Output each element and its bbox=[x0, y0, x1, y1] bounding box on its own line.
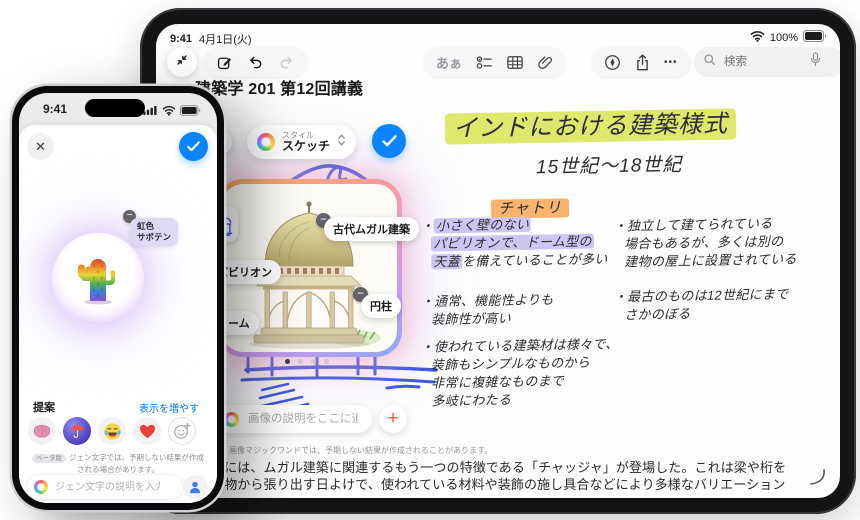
search-field-wrap bbox=[694, 47, 840, 77]
wand-disclaimer-text: 画像マジックワンドでは、予期しない結果が作成されることがあります。 bbox=[229, 445, 492, 456]
bullet-2: ・通常、機能性よりも 装飾性が高い bbox=[421, 291, 554, 329]
battery-icon bbox=[180, 103, 201, 121]
wand-accept-button[interactable] bbox=[372, 124, 406, 158]
ipad-status-right: 100% bbox=[750, 30, 827, 45]
bullet-4: ・独立して建てられている 場合もあるが、多くは別の 建物の屋上に設置されている bbox=[614, 214, 797, 271]
dynamic-island bbox=[85, 99, 145, 117]
genmoji-tag[interactable]: 虹色サボテン bbox=[130, 218, 178, 246]
suggestion-heart[interactable] bbox=[133, 417, 161, 445]
suggestions-label: 提案 bbox=[33, 399, 55, 415]
beta-disclaimer: ベータ版ジェン文字では、予期しない結果が作成 される場合があります。 bbox=[19, 452, 217, 475]
ipad-screen: 9:41 4月1日(火) 100% あぁ ••• bbox=[156, 24, 840, 498]
ipad-battery-pct: 100% bbox=[770, 32, 798, 44]
show-more-link[interactable]: 表示を増やす bbox=[139, 400, 199, 415]
note-body-line2: に建物から張り出す日よけで、使われている材料や装飾の施し具合などにより多様なバリ… bbox=[198, 474, 785, 493]
search-input[interactable] bbox=[722, 55, 804, 69]
style-picker-value: スケッチ bbox=[282, 140, 330, 153]
genmoji-description-input[interactable] bbox=[53, 481, 162, 494]
umbrella-icon bbox=[69, 423, 86, 440]
genmoji-sheet: ✕ bbox=[19, 125, 217, 503]
mic-icon[interactable] bbox=[810, 52, 821, 72]
brain-icon bbox=[33, 424, 51, 439]
handwriting-subtitle: 15世紀〜18世紀 bbox=[536, 150, 683, 180]
add-emoji-button[interactable] bbox=[168, 417, 196, 445]
edit-toolgroup bbox=[204, 47, 307, 77]
bullet-1: ・小さく壁のない パビリオンで、ドーム型の 天蓋を備えていることが多い bbox=[421, 214, 608, 271]
tag-mughal[interactable]: 古代ムガル建築 bbox=[324, 217, 419, 241]
image-playground-icon bbox=[34, 480, 48, 494]
checklist-icon[interactable] bbox=[476, 55, 493, 70]
paperclip-icon[interactable] bbox=[537, 54, 553, 70]
battery-icon bbox=[803, 30, 827, 45]
suggestion-umbrella-selected[interactable] bbox=[63, 417, 91, 445]
genmoji-close-button[interactable]: ✕ bbox=[27, 133, 54, 160]
person-icon bbox=[189, 481, 201, 494]
add-caption-button[interactable]: + bbox=[379, 405, 407, 433]
redo-button[interactable] bbox=[278, 54, 295, 71]
undo-button[interactable] bbox=[247, 54, 264, 71]
minimize-button[interactable] bbox=[167, 47, 197, 77]
wifi-icon bbox=[162, 103, 176, 121]
pen-stroke-mark bbox=[806, 466, 828, 488]
search-icon bbox=[703, 53, 716, 71]
beta-badge: ベータ版 bbox=[32, 454, 66, 463]
image-page-dots[interactable] bbox=[285, 359, 329, 364]
bullet-3: ・使われている建築材は様々で、 装飾もシンプルなものから 非常に複雑なものまで … bbox=[420, 335, 619, 410]
person-button[interactable] bbox=[183, 475, 207, 499]
format-toolgroup: あぁ bbox=[424, 47, 565, 77]
iphone-device: 9:41 ✕ bbox=[12, 86, 224, 510]
check-icon bbox=[382, 135, 397, 147]
bullet-5: ・最古のものは12世紀にまで さかのぼる bbox=[614, 285, 789, 324]
tag-column[interactable]: 円柱 bbox=[361, 294, 401, 318]
note-title: 建築学 201 第12回講義 bbox=[195, 75, 363, 99]
apple-intelligence-icon bbox=[224, 412, 239, 427]
iphone-screen: 9:41 ✕ bbox=[19, 93, 217, 503]
style-picker[interactable]: スタイル スケッチ bbox=[247, 125, 356, 159]
ipad-statusbar: 9:41 4月1日(火) bbox=[170, 31, 252, 47]
iphone-status-time: 9:41 bbox=[43, 102, 67, 116]
more-button[interactable]: ••• bbox=[664, 57, 678, 68]
genmoji-bubble bbox=[52, 233, 144, 325]
chevron-updown-icon bbox=[337, 133, 346, 152]
ipad-status-date: 4月1日(火) bbox=[199, 31, 252, 47]
share-icon[interactable] bbox=[635, 54, 650, 71]
signal-icon bbox=[143, 103, 158, 121]
suggestion-laughing-emoji[interactable] bbox=[98, 417, 126, 445]
table-icon[interactable] bbox=[507, 55, 523, 70]
compose-button[interactable] bbox=[216, 54, 233, 71]
iphone-status-icons bbox=[143, 103, 201, 121]
suggestion-brain[interactable] bbox=[28, 417, 56, 445]
add-emoji-icon bbox=[173, 422, 191, 440]
suggestion-row bbox=[28, 417, 196, 445]
image-playground-icon bbox=[257, 133, 275, 151]
wand-disclaimer: 画像マジックワンドでは、予期しない結果が作成されることがあります。 bbox=[217, 445, 492, 456]
text-format-button[interactable]: あぁ bbox=[436, 53, 462, 72]
handwriting-title: インドにおける建築様式 bbox=[445, 103, 737, 143]
image-caption-input[interactable] bbox=[246, 412, 360, 426]
image-caption-field bbox=[214, 405, 372, 433]
collapse-arrows-icon bbox=[174, 52, 190, 73]
genmoji-input-field bbox=[27, 475, 183, 499]
markup-pencil-icon[interactable] bbox=[604, 54, 621, 71]
genmoji-accept-button[interactable] bbox=[179, 132, 208, 161]
heart-icon bbox=[139, 424, 156, 439]
ipad-device: 9:41 4月1日(火) 100% あぁ ••• bbox=[140, 8, 856, 514]
ipad-status-time: 9:41 bbox=[170, 33, 192, 45]
laughing-face-icon bbox=[103, 422, 122, 441]
check-icon bbox=[187, 141, 200, 152]
wifi-icon bbox=[750, 30, 765, 45]
actions-toolgroup: ••• bbox=[592, 47, 690, 77]
rainbow-cactus-genmoji bbox=[75, 253, 121, 305]
